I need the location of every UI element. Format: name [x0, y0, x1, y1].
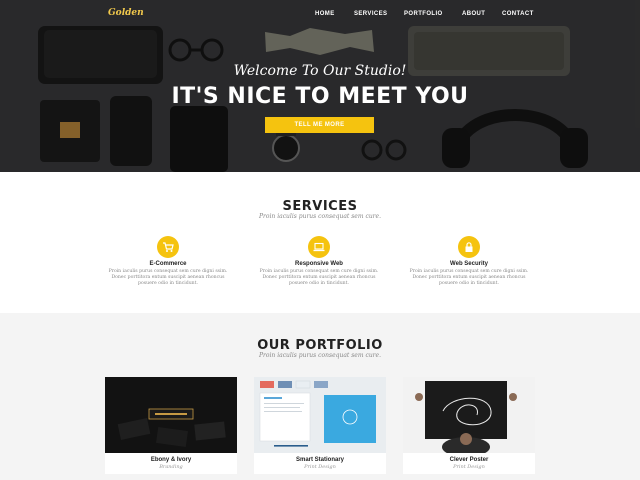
- laptop-icon: [308, 236, 330, 258]
- nav-item-home[interactable]: HOME: [315, 11, 335, 17]
- portfolio-item-clever-poster[interactable]: Clever Poster Print Design: [403, 377, 535, 474]
- portfolio-image: [254, 377, 386, 453]
- services-heading: SERVICES: [282, 199, 358, 214]
- portfolio-subheading: Proin iaculis purus consequat sem cure.: [258, 352, 382, 359]
- portfolio-item-title: Clever Poster: [449, 457, 489, 463]
- lock-icon: [458, 236, 480, 258]
- portfolio-item-category: Branding: [159, 464, 183, 470]
- portfolio-item-title: Smart Stationary: [295, 457, 344, 463]
- nav-item-contact[interactable]: CONTACT: [502, 11, 534, 17]
- hero-section: Golden HOME SERVICES PORTFOLIO ABOUT CON…: [0, 0, 640, 172]
- service-responsive-web: Responsive Web Proin iaculis purus conse…: [257, 236, 381, 287]
- portfolio-image: [403, 377, 535, 453]
- service-name: Responsive Web: [295, 261, 343, 267]
- service-name: Web Security: [450, 261, 488, 267]
- portfolio-image: [105, 377, 237, 453]
- service-ecommerce: E-Commerce Proin iaculis purus consequat…: [106, 236, 230, 287]
- portfolio-heading: OUR PORTFOLIO: [257, 338, 383, 353]
- portfolio-item-category: Print Design: [304, 464, 336, 470]
- service-name: E-Commerce: [149, 261, 187, 267]
- portfolio-item-category: Print Design: [453, 464, 485, 470]
- service-description: Proin iaculis purus consequat sem cure d…: [409, 269, 529, 286]
- cart-icon: [157, 236, 179, 258]
- hero-subtitle: Welcome To Our Studio!: [233, 63, 407, 79]
- nav-item-about[interactable]: ABOUT: [462, 11, 485, 17]
- tell-me-more-button[interactable]: TELL ME MORE: [265, 117, 374, 133]
- nav-item-portfolio[interactable]: PORTFOLIO: [404, 11, 443, 17]
- service-web-security: Web Security Proin iaculis purus consequ…: [407, 236, 531, 287]
- portfolio-item-title: Ebony & Ivory: [150, 457, 192, 463]
- hero-title: IT'S NICE TO MEET YOU: [171, 84, 469, 109]
- portfolio-item-ebony-ivory[interactable]: Ebony & Ivory Branding: [105, 377, 237, 474]
- services-subheading: Proin iaculis purus consequat sem cure.: [258, 213, 382, 220]
- service-description: Proin iaculis purus consequat sem cure d…: [108, 269, 228, 286]
- service-description: Proin iaculis purus consequat sem cure d…: [259, 269, 379, 286]
- top-navigation: Golden HOME SERVICES PORTFOLIO ABOUT CON…: [0, 0, 640, 30]
- portfolio-item-smart-stationary[interactable]: Smart Stationary Print Design: [254, 377, 386, 474]
- site-logo[interactable]: Golden: [108, 8, 144, 18]
- nav-item-services[interactable]: SERVICES: [354, 11, 387, 17]
